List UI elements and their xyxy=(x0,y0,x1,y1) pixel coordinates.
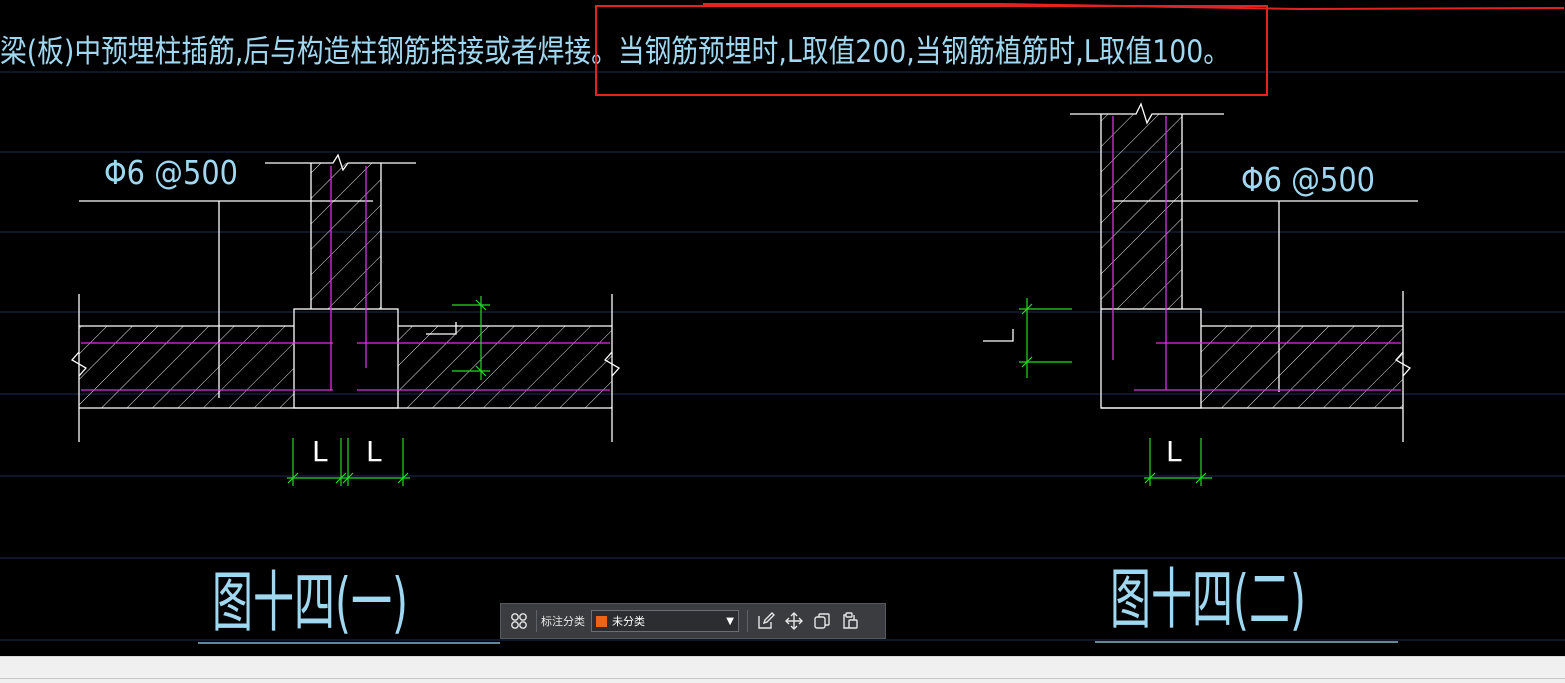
grid-icon[interactable] xyxy=(506,608,532,634)
dim-label-l1: L xyxy=(312,435,328,468)
dim-label-l3: L xyxy=(1166,435,1182,468)
edit-icon[interactable] xyxy=(752,608,780,634)
figure-title-2: 图十四(二) xyxy=(1110,561,1306,638)
copy-icon[interactable] xyxy=(808,608,836,634)
toolbar-divider-2 xyxy=(747,610,748,632)
rebar-label-right: Φ6 @500 xyxy=(1241,160,1375,199)
paste-icon[interactable] xyxy=(836,608,864,634)
category-select[interactable]: 未分类 ▼ xyxy=(591,610,739,632)
status-bar-divider xyxy=(0,678,1565,679)
note-text: 梁(板)中预埋柱插筋,后与构造柱钢筋搭接或者焊接。当钢筋预埋时,L取值200,当… xyxy=(0,34,1230,70)
cad-canvas[interactable]: 梁(板)中预埋柱插筋,后与构造柱钢筋搭接或者焊接。当钢筋预埋时,L取值200,当… xyxy=(0,0,1565,682)
move-icon[interactable] xyxy=(780,608,808,634)
category-select-value: 未分类 xyxy=(612,615,645,628)
chevron-down-icon: ▼ xyxy=(726,615,734,627)
category-color-swatch xyxy=(596,615,607,627)
category-label: 标注分类 xyxy=(541,615,585,628)
toolbar-divider xyxy=(536,610,537,632)
annotation-toolbar: 标注分类 未分类 ▼ xyxy=(500,603,886,639)
figure-title-1: 图十四(一) xyxy=(212,564,408,641)
status-bar xyxy=(0,656,1565,683)
rebar-label-left: Φ6 @500 xyxy=(104,153,238,192)
dim-label-l2: L xyxy=(366,435,382,468)
